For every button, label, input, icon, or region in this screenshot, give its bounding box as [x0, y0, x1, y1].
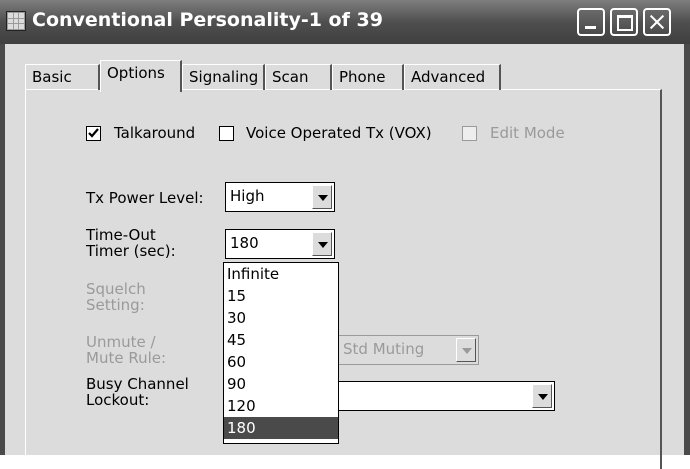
- window-title: Conventional Personality-1 of 39: [32, 9, 383, 31]
- chevron-down-icon[interactable]: [312, 232, 332, 256]
- dropdown-option[interactable]: 60: [224, 351, 338, 373]
- dropdown-option[interactable]: 30: [224, 307, 338, 329]
- timeout-dropdown-list: Infinite 15 30 45 60 90 120 180: [223, 262, 339, 444]
- maximize-button[interactable]: [610, 8, 638, 36]
- dropdown-option[interactable]: 120: [224, 395, 338, 417]
- timeout-select[interactable]: 180: [225, 229, 335, 259]
- dropdown-option[interactable]: 90: [224, 373, 338, 395]
- tab-basic[interactable]: Basic: [25, 64, 100, 90]
- tx-power-label: Tx Power Level:: [86, 189, 204, 207]
- dropdown-option[interactable]: Infinite: [224, 263, 338, 285]
- chevron-down-icon[interactable]: [532, 384, 552, 408]
- tab-phone[interactable]: Phone: [332, 64, 404, 90]
- close-button[interactable]: [643, 8, 671, 36]
- tx-power-value: High: [230, 187, 265, 205]
- dropdown-option-selected[interactable]: 180: [224, 417, 338, 439]
- window-border-right: [684, 44, 690, 455]
- timeout-label-line2: Timer (sec):: [86, 242, 176, 260]
- talkaround-checkbox[interactable]: [86, 126, 101, 141]
- dialog-window: Conventional Personality-1 of 39 Basic O…: [0, 0, 690, 469]
- edit-mode-label: Edit Mode: [490, 124, 565, 142]
- tab-signaling[interactable]: Signaling: [182, 64, 265, 90]
- talkaround-label: Talkaround: [114, 124, 196, 142]
- window-border-left: [0, 44, 5, 455]
- tab-panel-options: [25, 89, 662, 469]
- vox-label: Voice Operated Tx (VOX): [246, 124, 432, 142]
- tx-power-select[interactable]: High: [225, 182, 335, 212]
- dropdown-option[interactable]: 45: [224, 329, 338, 351]
- tab-scan[interactable]: Scan: [265, 64, 332, 90]
- timeout-value: 180: [230, 234, 259, 252]
- dropdown-option[interactable]: 15: [224, 285, 338, 307]
- tab-options[interactable]: Options: [100, 60, 182, 92]
- minimize-button[interactable]: [577, 8, 605, 36]
- unmute-label-line2: Mute Rule:: [86, 349, 167, 367]
- tab-advanced[interactable]: Advanced: [404, 64, 501, 90]
- chevron-down-icon: [456, 338, 476, 362]
- squelch-label-line2: Setting:: [86, 296, 145, 314]
- unmute-value: Std Muting: [343, 340, 425, 358]
- app-icon: [6, 11, 26, 31]
- vox-checkbox[interactable]: [219, 126, 234, 141]
- busy-label-line2: Lockout:: [86, 391, 150, 409]
- edit-mode-checkbox: [462, 126, 477, 141]
- checkmark-icon: [88, 128, 99, 138]
- chevron-down-icon[interactable]: [312, 185, 332, 209]
- title-bar[interactable]: Conventional Personality-1 of 39: [0, 0, 690, 44]
